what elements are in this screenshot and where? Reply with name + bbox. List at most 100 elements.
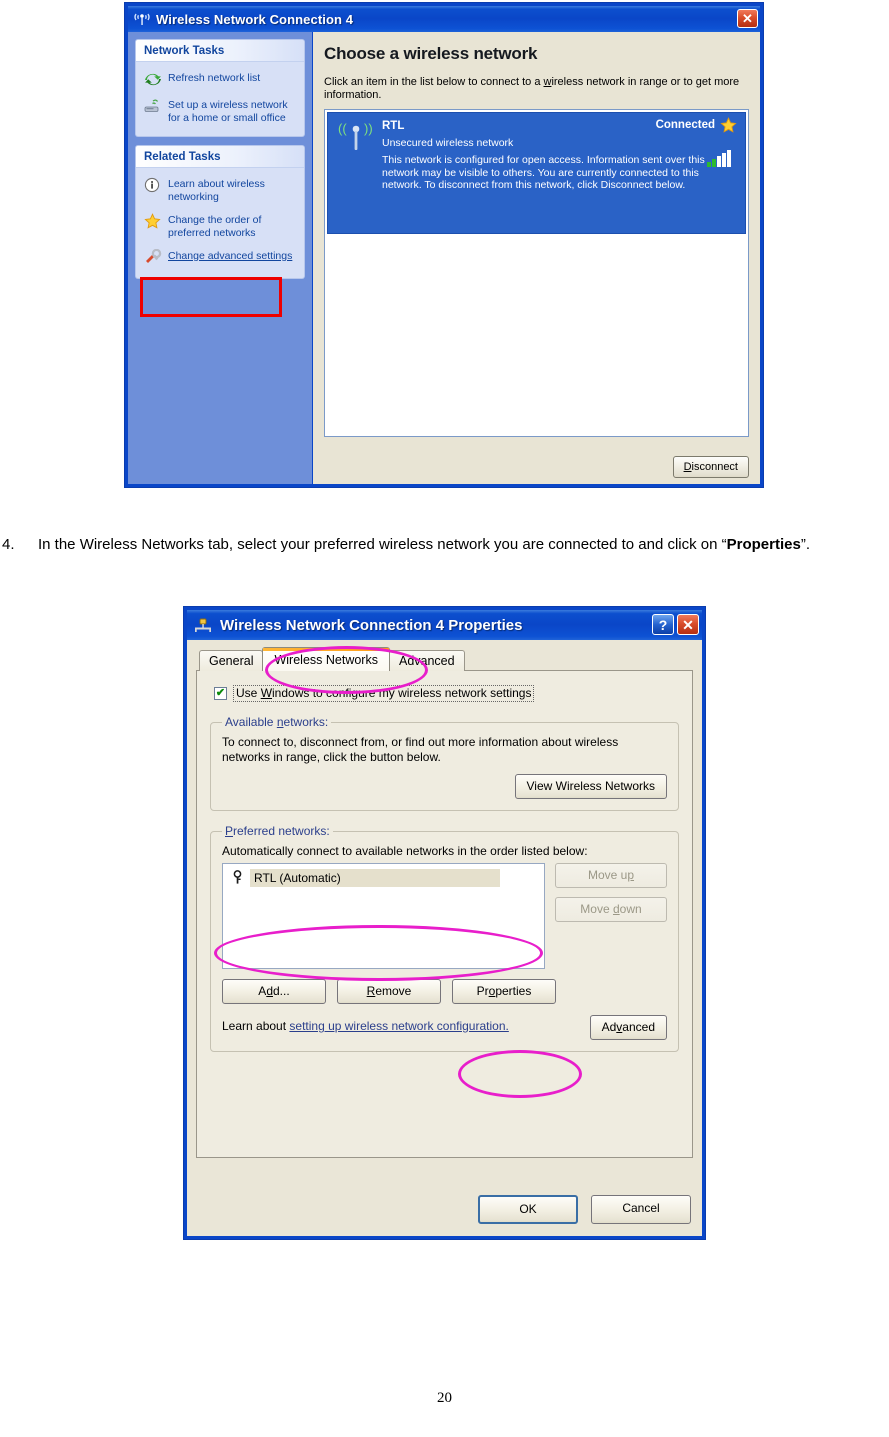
network-security-text: Unsecured wireless network	[382, 137, 514, 149]
svg-text:((: ((	[338, 121, 347, 136]
task-refresh-network-list[interactable]: Refresh network list	[142, 67, 298, 94]
network-ssid: RTL	[382, 120, 405, 132]
task-learn-about-wireless-networking[interactable]: Learn about wireless networking	[142, 173, 298, 209]
available-networks-description: To connect to, disconnect from, or find …	[222, 735, 619, 764]
use-windows-checkbox-label: Use Windows to configure my wireless net…	[233, 685, 535, 702]
related-tasks-header: Related Tasks	[136, 146, 304, 168]
available-networks-legend: Available networks:	[222, 715, 331, 729]
move-buttons: Move up Move down	[555, 863, 667, 969]
fig1-window-title: Wireless Network Connection 4	[156, 11, 354, 27]
disconnect-button[interactable]: Disconnect	[672, 456, 749, 478]
add-post: d...	[273, 984, 290, 998]
available-networks-group: Available networks: To connect to, disco…	[210, 715, 679, 811]
legend-accel: n	[276, 715, 284, 729]
task-label: Change the order of preferred networks	[168, 214, 262, 239]
preferred-networks-listbox[interactable]: RTL (Automatic)	[222, 863, 545, 969]
properties-button[interactable]: Properties	[452, 979, 556, 1004]
network-status: Connected	[655, 119, 715, 131]
fig2-dialog-body: General Wireless Networks Advanced ✔ Use…	[187, 640, 702, 1236]
wireless-network-connection-window: Wireless Network Connection 4 ✕ Network …	[124, 2, 764, 488]
task-set-up-wireless-network[interactable]: Set up a wireless network for a home or …	[142, 94, 298, 130]
preferred-networks-description: Automatically connect to available netwo…	[222, 844, 588, 858]
chk-label-pre: Use	[236, 686, 261, 700]
fig1-task-sidebar: Network Tasks Refresh network list Set u…	[128, 32, 313, 484]
advanced-pre: Ad	[601, 1020, 617, 1034]
remove-post: emove	[375, 984, 412, 998]
learn-more-row: Learn about setting up wireless network …	[222, 1015, 667, 1040]
task-label: Learn about wireless networking	[168, 178, 265, 203]
fig1-window-body: Network Tasks Refresh network list Set u…	[128, 32, 760, 484]
learn-more-text: Learn about setting up wireless network …	[222, 1015, 590, 1034]
close-icon[interactable]: ✕	[737, 9, 758, 28]
preferred-network-action-buttons: Add... Remove Properties	[222, 979, 667, 1004]
tab-strip: General Wireless Networks Advanced	[199, 647, 693, 671]
network-tasks-list: Refresh network list Set up a wireless n…	[136, 62, 304, 136]
preferred-networks-group: Preferred networks: Automatically connec…	[210, 824, 679, 1052]
fig1-title-bar: Wireless Network Connection 4 ✕	[128, 6, 760, 32]
network-tasks-header: Network Tasks	[136, 40, 304, 62]
chk-label-accel: W	[260, 686, 273, 700]
move-down-accel: d	[612, 902, 620, 916]
list-item[interactable]: RTL (Automatic)	[227, 868, 540, 887]
available-networks-listbox[interactable]: (( )) RTL Connected Unsecured wireless n…	[324, 109, 749, 437]
learn-pre: Learn about	[222, 1019, 290, 1033]
task-label: Set up a wireless network for a home or …	[168, 99, 288, 124]
fig1-footer: Disconnect	[672, 456, 749, 478]
remove-accel: R	[366, 984, 376, 998]
add-button[interactable]: Add...	[222, 979, 326, 1004]
advanced-post: anced	[622, 1020, 655, 1034]
remove-button[interactable]: Remove	[337, 979, 441, 1004]
help-icon[interactable]: ?	[652, 614, 674, 635]
refresh-icon	[144, 71, 164, 89]
wireless-properties-dialog: Wireless Network Connection 4 Properties…	[183, 606, 706, 1240]
wireless-key-icon	[230, 869, 246, 886]
ok-button[interactable]: OK	[478, 1195, 578, 1224]
add-accel: d	[266, 984, 273, 998]
network-adapter-icon	[193, 615, 213, 635]
disconnect-rest: isconnect	[691, 461, 738, 473]
view-wireless-networks-button[interactable]: View Wireless Networks	[514, 774, 667, 799]
instruction-pre: Click an item in the list below to conne…	[324, 76, 544, 88]
star-icon	[144, 213, 164, 231]
fig2-window-title: Wireless Network Connection 4 Properties	[220, 616, 523, 634]
tab-wireless-networks[interactable]: Wireless Networks	[262, 647, 390, 671]
close-icon[interactable]: ✕	[677, 614, 699, 635]
network-list-item-rtl[interactable]: (( )) RTL Connected Unsecured wireless n…	[327, 112, 746, 234]
fig2-title-bar: Wireless Network Connection 4 Properties…	[187, 610, 702, 640]
cancel-button[interactable]: Cancel	[591, 1195, 691, 1224]
move-up-button[interactable]: Move up	[555, 863, 667, 888]
task-change-advanced-settings[interactable]: Change advanced settings	[142, 245, 298, 272]
use-windows-checkbox[interactable]: ✔	[214, 687, 227, 700]
tools-icon	[144, 248, 164, 267]
learn-more-link[interactable]: setting up wireless network configuratio…	[289, 1019, 508, 1033]
step-number: 4.	[2, 536, 15, 553]
fig1-main-pane: Choose a wireless network Click an item …	[313, 32, 760, 484]
list-item-label: RTL (Automatic)	[250, 868, 500, 887]
check-icon: ✔	[215, 686, 226, 699]
tab-advanced[interactable]: Advanced	[388, 650, 465, 671]
preferred-networks-legend: Preferred networks:	[222, 824, 333, 838]
tab-general[interactable]: General	[199, 650, 264, 671]
view-wireless-networks-row: View Wireless Networks	[222, 774, 667, 799]
legend-post: etworks:	[283, 715, 329, 729]
preferred-networks-row: RTL (Automatic) Move up Move down	[222, 863, 667, 969]
related-tasks-panel: Related Tasks Learn about wireless netwo…	[136, 146, 304, 278]
task-label: Change advanced settings	[168, 250, 293, 262]
info-icon	[144, 177, 164, 195]
legend-post: referred networks:	[233, 824, 330, 838]
step-text-after: ”.	[800, 536, 811, 553]
fig2-window-buttons: ? ✕	[652, 614, 699, 635]
wireless-networks-tab-page: ✔ Use Windows to configure my wireless n…	[196, 670, 693, 1158]
step-text-before: In the Wireless Networks tab, select you…	[38, 536, 727, 553]
step-text: In the Wireless Networks tab, select you…	[38, 535, 889, 555]
advanced-button[interactable]: Advanced	[589, 1015, 667, 1040]
task-change-order-of-preferred-networks[interactable]: Change the order of preferred networks	[142, 209, 298, 245]
use-windows-checkbox-row[interactable]: ✔ Use Windows to configure my wireless n…	[214, 685, 679, 702]
page-number: 20	[437, 1390, 452, 1406]
step-text-bold: Properties	[726, 536, 801, 553]
signal-strength-icon	[707, 149, 737, 167]
wireless-antenna-icon: (( ))	[334, 119, 382, 157]
move-down-post: own	[619, 902, 642, 916]
move-down-button[interactable]: Move down	[555, 897, 667, 922]
svg-text:)): ))	[364, 121, 373, 136]
